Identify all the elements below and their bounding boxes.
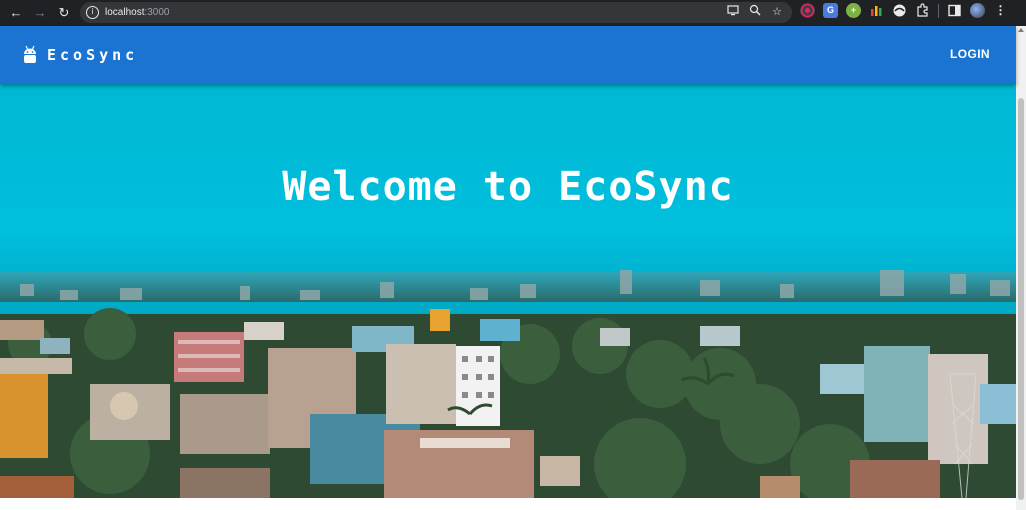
back-icon[interactable]: ←: [6, 3, 26, 23]
hero-title: Welcome to EcoSync: [0, 164, 1016, 210]
page-bottom-area: [0, 498, 1016, 510]
toolbar-divider: [938, 3, 939, 18]
side-panel-icon[interactable]: [947, 3, 962, 18]
translate-extension-icon[interactable]: G: [823, 3, 838, 18]
site-info-icon[interactable]: i: [86, 6, 99, 19]
url-text[interactable]: localhost:3000: [105, 7, 170, 18]
cast-icon[interactable]: [726, 4, 740, 20]
app-header: EcoSync LOGIN: [0, 26, 1016, 84]
brand-title[interactable]: EcoSync: [47, 46, 138, 64]
url-host: localhost: [105, 7, 145, 18]
url-port: :3000: [144, 7, 170, 18]
bookmark-star-icon[interactable]: ☆: [770, 4, 784, 20]
scroll-up-arrow-icon[interactable]: [1018, 28, 1024, 32]
page-scrollbar[interactable]: [1016, 26, 1026, 510]
profile-avatar[interactable]: [970, 3, 985, 18]
green-plus-extension-icon[interactable]: +: [846, 3, 861, 18]
hero-title-text: Welcome to EcoSync: [282, 164, 734, 210]
zoom-icon[interactable]: [748, 4, 762, 20]
browser-toolbar: ← → ↻ i localhost:3000 ☆ G + ⋮: [0, 0, 1026, 26]
reload-icon[interactable]: ↻: [54, 3, 74, 23]
city-skyline-image: [0, 84, 1016, 498]
hero-section: Welcome to EcoSync: [0, 84, 1016, 498]
menu-kebab-icon[interactable]: ⋮: [993, 3, 1008, 18]
extensions-icon[interactable]: [915, 3, 930, 18]
forward-icon[interactable]: →: [30, 3, 50, 23]
address-bar[interactable]: i localhost:3000 ☆: [80, 2, 792, 23]
login-button[interactable]: LOGIN: [950, 47, 990, 61]
scrollbar-thumb[interactable]: [1018, 98, 1024, 500]
shield-extension-icon[interactable]: [892, 3, 907, 18]
recorder-extension-icon[interactable]: [800, 3, 815, 18]
android-logo-icon: [24, 45, 36, 63]
bars-extension-icon[interactable]: [869, 3, 884, 18]
